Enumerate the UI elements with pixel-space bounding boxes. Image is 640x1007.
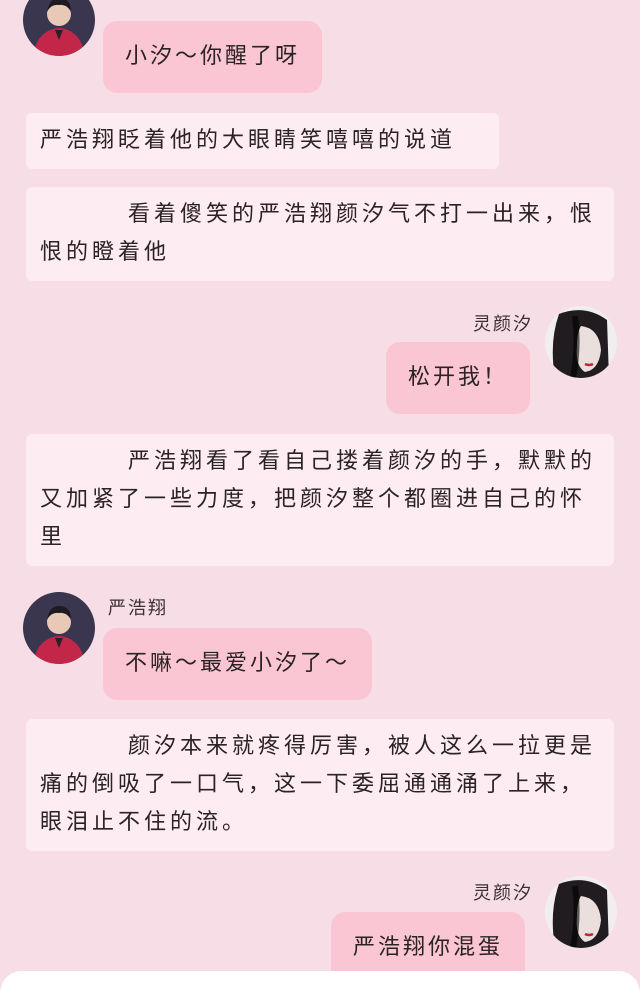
boy-avatar-icon <box>23 592 95 664</box>
sender-name: 严浩翔 <box>108 598 168 619</box>
message-bubble: 不嘛～最爱小汐了～ <box>103 628 373 700</box>
avatar-ling-yanxi[interactable] <box>545 306 617 378</box>
bottom-panel <box>0 971 640 1007</box>
avatar-yan-haoxiang[interactable] <box>23 592 95 664</box>
narration-text: 严浩翔眨着他的大眼睛笑嘻嘻的说道 <box>26 113 499 169</box>
sender-name: 灵颜汐 <box>473 883 533 904</box>
boy-avatar-icon <box>23 0 95 56</box>
message-bubble: 松开我！ <box>386 342 531 414</box>
avatar-ling-yanxi[interactable] <box>545 876 617 948</box>
girl-avatar-icon <box>545 306 617 378</box>
girl-avatar-icon <box>545 876 617 948</box>
message-bubble: 小汐～你醒了呀 <box>103 21 323 93</box>
narration-text: 严浩翔看了看自己搂着颜汐的手，默默的又加紧了一些力度，把颜汐整个都圈进自己的怀里 <box>26 434 614 566</box>
narration-text: 看着傻笑的严浩翔颜汐气不打一出来，恨恨的瞪着他 <box>26 187 614 281</box>
avatar-yan-haoxiang[interactable] <box>23 0 95 56</box>
narration-text: 颜汐本来就疼得厉害，被人这么一拉更是痛的倒吸了一口气，这一下委屈通通涌了上来，眼… <box>26 719 614 851</box>
sender-name: 灵颜汐 <box>473 314 533 335</box>
